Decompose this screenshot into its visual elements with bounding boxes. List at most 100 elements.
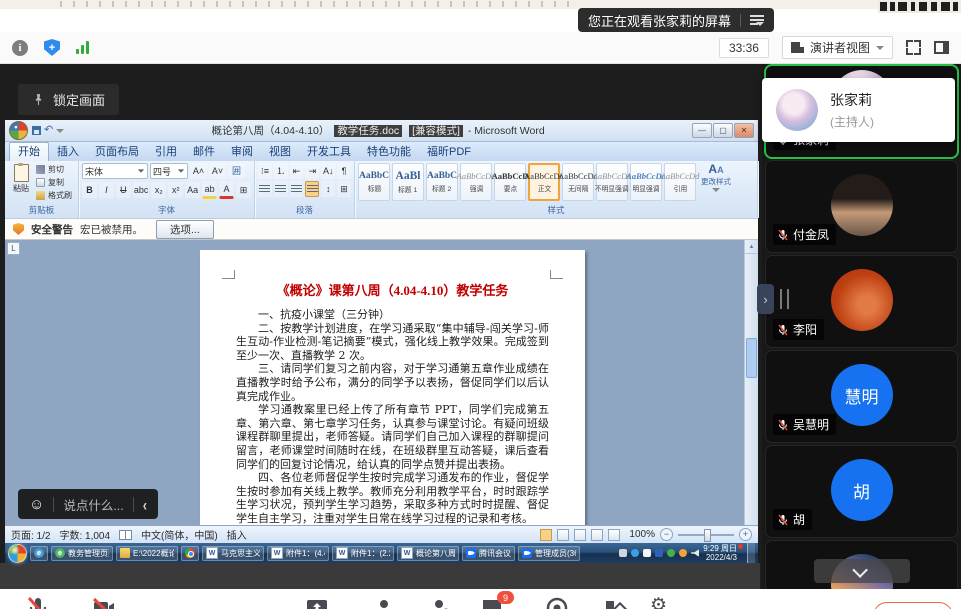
font-format-button[interactable]: x₂ (151, 182, 166, 198)
participant-tile[interactable]: 胡胡 (766, 446, 957, 537)
info-icon[interactable]: i (12, 40, 28, 56)
taskbar-item[interactable]: W概论第八周（.. (397, 546, 459, 561)
font-size-combobox[interactable]: 四号 (150, 163, 188, 179)
start-button[interactable] (8, 544, 27, 563)
bullets-button[interactable]: ⁝≡ (258, 163, 272, 179)
font-format-button[interactable]: ⊞ (236, 182, 251, 198)
taskbar-item[interactable]: W附件1：(4.4.. (267, 546, 329, 561)
show-desktop-button[interactable] (747, 543, 755, 563)
font-format-button[interactable]: abc (133, 182, 150, 198)
office-button[interactable] (9, 121, 28, 140)
speaker-icon[interactable] (691, 549, 699, 557)
zoom-out-button[interactable]: − (660, 528, 673, 541)
taskbar-item[interactable]: e教务管理页面.. (51, 546, 113, 561)
document-page[interactable]: 《概论》课第八周（4.04-4.10）教学任务 一、抗疫小课堂（三分钟）二、按教… (200, 250, 585, 525)
zoom-slider[interactable] (678, 534, 734, 536)
fullscreen-icon[interactable] (906, 40, 921, 55)
security-options-button[interactable]: 选项... (156, 220, 214, 239)
tray-icon[interactable] (619, 549, 627, 557)
numbering-button[interactable]: ⒈ (274, 163, 288, 179)
sidebar-collapse-handle[interactable]: › (757, 284, 774, 314)
view-draft-button[interactable] (608, 529, 620, 541)
ribbon-tab[interactable]: 引用 (147, 143, 185, 161)
participant-tile[interactable]: 李阳 (766, 256, 957, 347)
font-format-button[interactable]: ab (202, 181, 217, 199)
font-format-button[interactable]: U (116, 182, 131, 198)
scroll-up-arrow[interactable]: ▲ (745, 240, 758, 254)
format-painter-button[interactable]: 格式刷 (36, 189, 72, 201)
camera-muted-icon[interactable] (92, 596, 116, 609)
ribbon-tab[interactable]: 插入 (49, 143, 87, 161)
outdent-button[interactable]: ⇤ (290, 163, 304, 179)
taskbar-item[interactable]: 腾讯会议 (462, 546, 515, 561)
line-spacing-button[interactable]: ↕ (321, 181, 335, 197)
ribbon-tab[interactable]: 审阅 (223, 143, 261, 161)
end-meeting-button[interactable] (873, 602, 953, 609)
participant-tile[interactable]: 慧明吴慧明 (766, 351, 957, 442)
font-format-button[interactable]: Aa (185, 182, 200, 198)
chat-input-placeholder[interactable]: 说点什么... (63, 495, 123, 514)
taskbar-item[interactable]: e (30, 546, 48, 561)
view-fullscreen-button[interactable] (557, 529, 569, 541)
font-format-button[interactable]: A (219, 181, 234, 199)
collapse-chat-icon[interactable]: ‹ (143, 494, 147, 514)
settings-gear-icon[interactable]: ⚙ (650, 596, 674, 609)
style-chip[interactable]: AaBbCcDd无间隔 (562, 163, 594, 201)
taskbar-item[interactable]: E:\2022概论.. (116, 546, 178, 561)
tray-icon[interactable] (655, 549, 663, 557)
apps-icon[interactable] (603, 596, 627, 609)
taskbar-item[interactable] (181, 546, 199, 561)
clear-format-button[interactable]: 囲 (228, 163, 245, 179)
ribbon-tab[interactable]: 福昕PDF (419, 143, 479, 161)
participant-tile[interactable] (766, 541, 957, 589)
sort-button[interactable]: A↓ (321, 163, 335, 179)
font-name-combobox[interactable]: 宋体 (82, 163, 148, 179)
ribbon-tab[interactable]: 页面布局 (87, 143, 147, 161)
style-chip[interactable]: AaBbC标题 2 (426, 163, 458, 201)
style-chip[interactable]: AaBbCcDd明显强调 (630, 163, 662, 201)
cut-button[interactable]: 剪切 (36, 163, 72, 175)
pilcrow-button[interactable]: ¶ (337, 163, 351, 179)
side-panel-icon[interactable] (934, 41, 949, 54)
taskbar-item[interactable]: W附件1：(2.2.. (332, 546, 394, 561)
align-center-button[interactable] (274, 181, 288, 197)
record-icon[interactable] (545, 596, 569, 609)
style-chip[interactable]: AaBbCcDd不明显强调 (596, 163, 628, 201)
shrink-font-button[interactable]: A˅ (209, 163, 226, 179)
grow-font-button[interactable]: A˄ (190, 163, 207, 179)
share-screen-icon[interactable] (305, 596, 329, 609)
ribbon-tab[interactable]: 特色功能 (359, 143, 419, 161)
taskbar-item[interactable]: 管理成员(36) (518, 546, 580, 561)
font-format-button[interactable]: B (82, 182, 97, 198)
justify-button[interactable] (305, 181, 319, 197)
sidebar-resize-grip[interactable] (780, 289, 789, 309)
copy-button[interactable]: 复制 (36, 176, 72, 188)
view-print-layout-button[interactable] (540, 529, 552, 541)
ribbon-tab[interactable]: 开发工具 (299, 143, 359, 161)
view-mode-button[interactable]: 演讲者视图 (782, 36, 893, 59)
view-web-button[interactable] (574, 529, 586, 541)
style-chip[interactable]: AaBbCcDd强调 (460, 163, 492, 201)
scrollbar-thumb[interactable] (746, 338, 757, 378)
style-chip[interactable]: AaBbCcDd引用 (664, 163, 696, 201)
zoom-slider-thumb[interactable] (704, 529, 711, 542)
font-format-button[interactable]: x² (168, 182, 183, 198)
align-left-button[interactable] (258, 181, 272, 197)
banner-menu-icon[interactable] (750, 14, 764, 26)
zoom-in-button[interactable]: + (739, 528, 752, 541)
style-chip[interactable]: AaBbCcDd正文 (528, 163, 560, 201)
font-format-button[interactable]: I (99, 182, 114, 198)
style-chip[interactable]: AaBbC标题 (358, 163, 390, 201)
lock-screen-button[interactable]: 锁定画面 (18, 84, 119, 115)
maximize-button[interactable]: ▢ (713, 123, 733, 138)
tray-icon[interactable] (679, 549, 687, 557)
change-styles-button[interactable]: AA 更改样式 (698, 163, 734, 192)
paste-button[interactable]: 粘贴 (8, 163, 34, 194)
vertical-scrollbar[interactable]: ▲ (744, 240, 758, 525)
align-right-button[interactable] (290, 181, 304, 197)
save-icon[interactable] (32, 126, 41, 135)
emoji-icon[interactable]: ☺ (29, 497, 44, 512)
indent-button[interactable]: ⇥ (305, 163, 319, 179)
ribbon-tab[interactable]: 开始 (9, 142, 49, 161)
borders-button[interactable]: ⊞ (337, 181, 351, 197)
